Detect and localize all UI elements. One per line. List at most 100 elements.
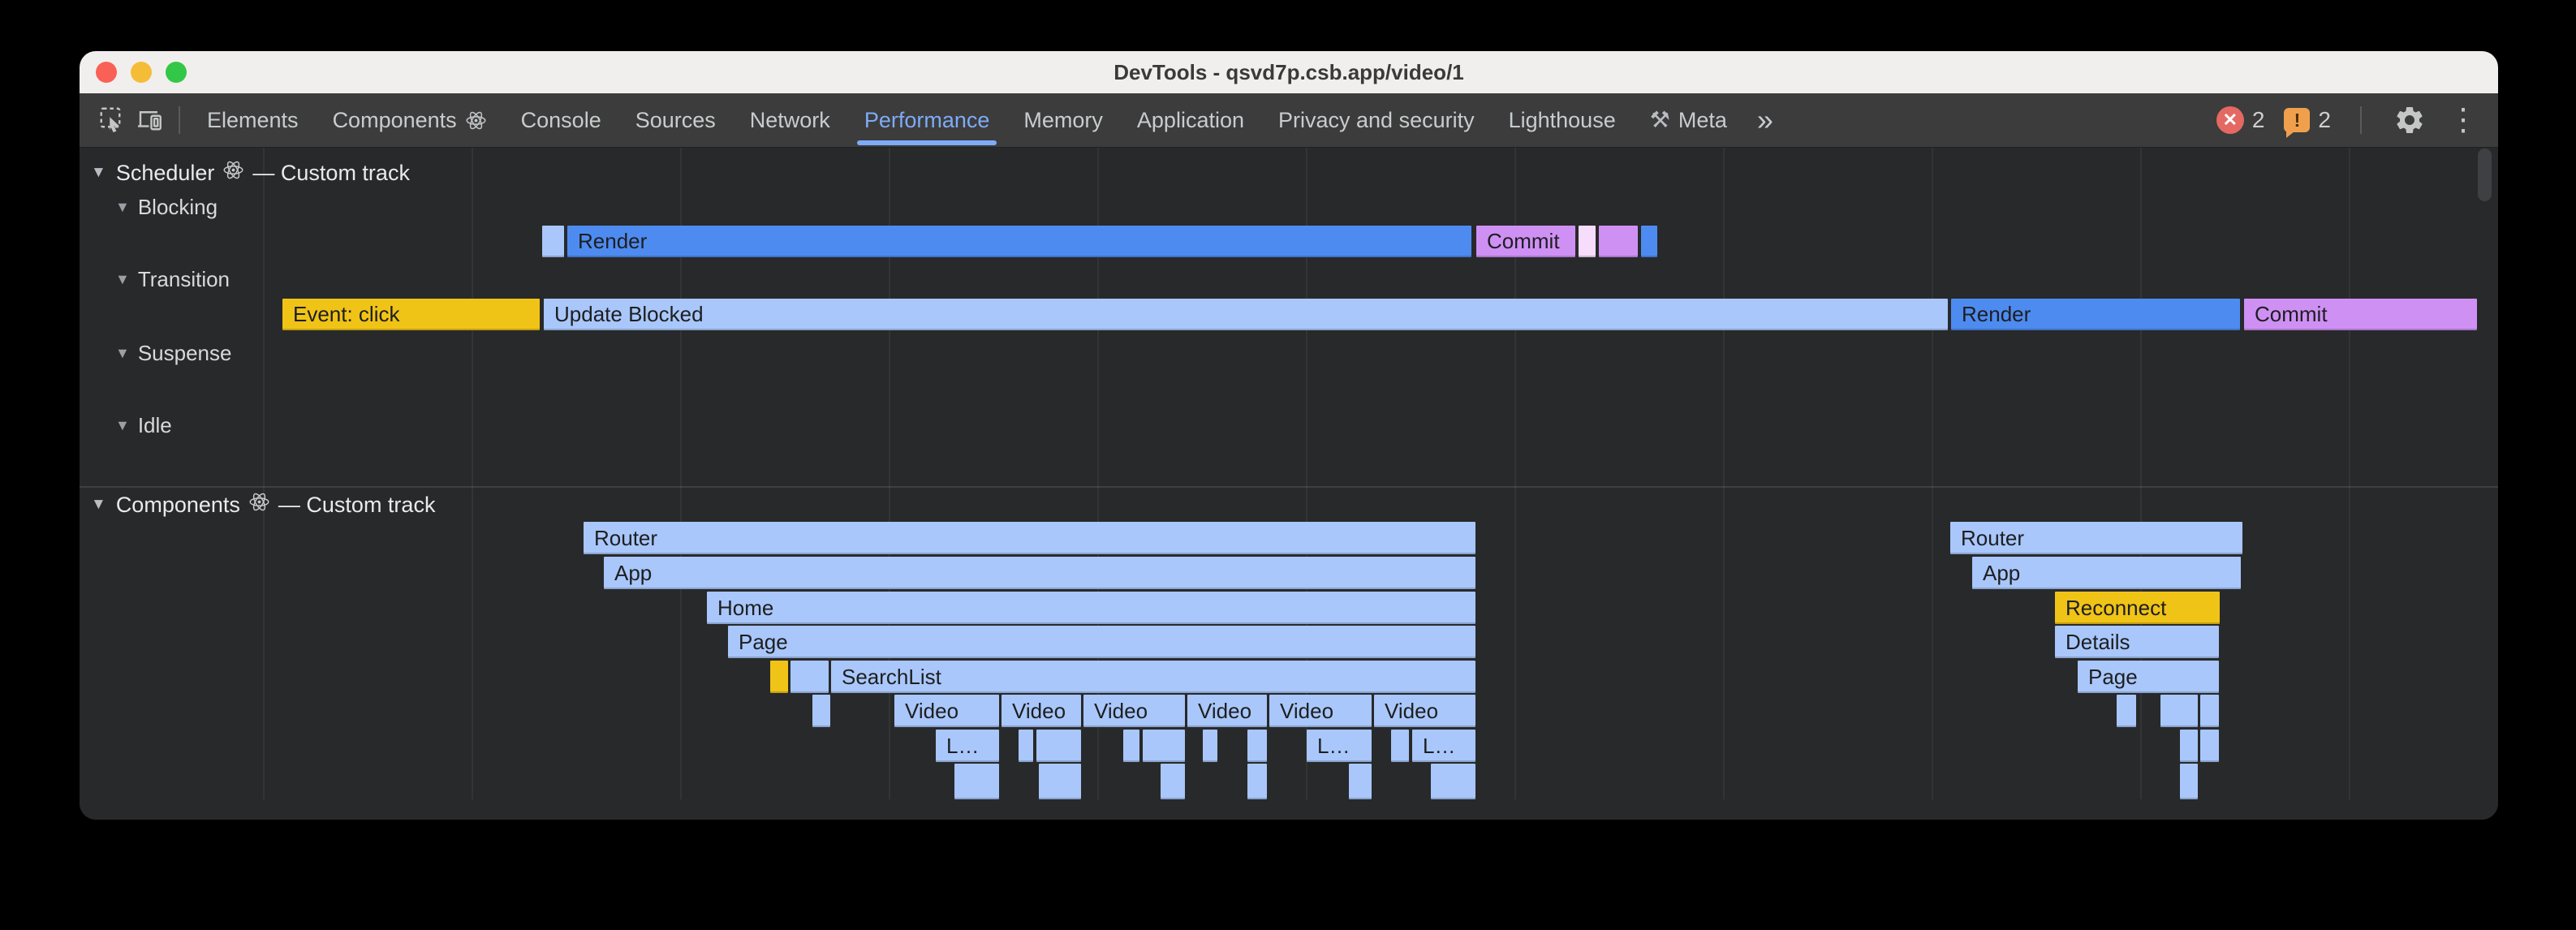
close-window-button[interactable]	[96, 62, 117, 83]
flame-bar[interactable]	[2200, 695, 2219, 727]
collapse-arrow-icon[interactable]: ▼	[115, 271, 130, 288]
collapse-arrow-icon[interactable]: ▼	[91, 164, 106, 182]
tab-sources[interactable]: Sources	[618, 93, 733, 147]
flame-bar[interactable]	[770, 661, 788, 693]
timeline-gridline	[472, 148, 473, 799]
flame-bar[interactable]	[2180, 764, 2198, 799]
flame-bar[interactable]	[1349, 764, 1372, 799]
more-tabs-button[interactable]: »	[1744, 105, 1786, 135]
flame-bar-l[interactable]: L…	[936, 730, 999, 762]
flame-bar-page[interactable]: Page	[728, 626, 1475, 658]
flame-bar-render[interactable]: Render	[1951, 299, 2240, 330]
tab-lighthouse[interactable]: Lighthouse	[1492, 93, 1633, 147]
flame-bar[interactable]	[1036, 730, 1081, 762]
flame-bar-l[interactable]: L…	[1412, 730, 1475, 762]
tab-label: Performance	[864, 108, 990, 133]
flame-bar[interactable]	[1161, 764, 1185, 799]
flame-bar-router[interactable]: Router	[584, 522, 1475, 554]
collapse-arrow-icon[interactable]: ▼	[115, 345, 130, 362]
flame-bar-commit[interactable]: Commit	[2244, 299, 2477, 330]
tab-privacy-and-security[interactable]: Privacy and security	[1261, 93, 1492, 147]
flame-bar[interactable]	[2180, 730, 2198, 762]
flame-bar[interactable]	[1599, 226, 1638, 257]
tab-performance[interactable]: Performance	[847, 93, 1007, 147]
flame-bar[interactable]	[542, 226, 564, 257]
lane-idle[interactable]: ▼ Idle	[115, 413, 172, 437]
tab-components[interactable]: Components	[316, 93, 504, 147]
flame-bar-label: Router	[1950, 526, 2024, 551]
titlebar: DevTools - qsvd7p.csb.app/video/1	[80, 51, 2498, 93]
flame-bar-searchlist[interactable]: SearchList	[831, 661, 1475, 693]
flame-bar[interactable]	[2160, 695, 2198, 727]
flame-bar[interactable]	[1247, 764, 1267, 799]
flame-bar-app[interactable]: App	[604, 557, 1475, 589]
device-toolbar-icon[interactable]	[131, 101, 169, 139]
flame-bar-label: Video	[1269, 699, 1333, 724]
flame-bar[interactable]	[2200, 730, 2219, 762]
lane-suspense[interactable]: ▼ Suspense	[115, 341, 231, 365]
collapse-arrow-icon[interactable]: ▼	[115, 417, 130, 434]
flame-bar[interactable]	[1039, 764, 1081, 799]
flame-bar[interactable]	[954, 764, 999, 799]
flame-bar-video[interactable]: Video	[1269, 695, 1372, 727]
window-title: DevTools - qsvd7p.csb.app/video/1	[1114, 60, 1464, 85]
flame-bar-event-click[interactable]: Event: click	[282, 299, 540, 330]
minimize-window-button[interactable]	[131, 62, 152, 83]
flame-bar[interactable]	[1431, 764, 1475, 799]
flame-bar-video[interactable]: Video	[894, 695, 999, 727]
flame-bar[interactable]	[1123, 730, 1139, 762]
scrollbar-thumb[interactable]	[2478, 149, 2492, 201]
error-badge[interactable]: ✕ 2	[2216, 106, 2265, 134]
flame-bar-page[interactable]: Page	[2078, 661, 2219, 693]
scheduler-track-header[interactable]: ▼ Scheduler — Custom track	[91, 160, 410, 186]
lane-blocking[interactable]: ▼Blocking	[115, 195, 218, 219]
flame-bar[interactable]	[1579, 226, 1596, 257]
flame-bar-home[interactable]: Home	[707, 592, 1475, 624]
flame-bar[interactable]	[1203, 730, 1217, 762]
flame-bar-update-blocked[interactable]: Update Blocked	[544, 299, 1948, 330]
settings-gear-icon[interactable]	[2391, 101, 2428, 139]
tab-application[interactable]: Application	[1120, 93, 1261, 147]
flame-bar-label: Reconnect	[2055, 596, 2166, 621]
collapse-arrow-icon[interactable]: ▼	[115, 199, 130, 216]
flame-bar[interactable]	[1247, 730, 1267, 762]
flame-bar[interactable]	[1019, 730, 1033, 762]
flame-bar-app[interactable]: App	[1972, 557, 2241, 589]
lane-label: Idle	[138, 413, 172, 438]
tab-console[interactable]: Console	[504, 93, 618, 147]
flame-bar-video[interactable]: Video	[1002, 695, 1081, 727]
lane-transition[interactable]: ▼ Transition	[115, 267, 230, 291]
zoom-window-button[interactable]	[166, 62, 187, 83]
flame-bar[interactable]	[812, 695, 830, 727]
flame-bar-video[interactable]: Video	[1187, 695, 1267, 727]
tab-elements[interactable]: Elements	[190, 93, 316, 147]
tab-memory[interactable]: Memory	[1006, 93, 1120, 147]
flame-bar[interactable]	[1641, 226, 1657, 257]
warning-badge[interactable]: ! 2	[2284, 107, 2331, 133]
kebab-menu-icon[interactable]: ⋮	[2448, 105, 2479, 136]
panel-tabs: ElementsComponents ConsoleSourcesNetwork…	[190, 93, 1744, 147]
flame-bar-render[interactable]: Render	[567, 226, 1471, 257]
flame-bar[interactable]	[1143, 730, 1185, 762]
flame-bar[interactable]	[790, 661, 829, 693]
timeline-gridline	[2140, 148, 2142, 799]
inspect-element-icon[interactable]	[94, 101, 131, 139]
flame-bar[interactable]	[2117, 695, 2136, 727]
tab-label: Meta	[1678, 108, 1727, 133]
flame-bar-video[interactable]: Video	[1083, 695, 1185, 727]
tab-label: Memory	[1023, 108, 1103, 133]
lane-label: Suspense	[138, 341, 232, 366]
flame-bar-label: Commit	[2244, 302, 2328, 327]
flame-bar-l[interactable]: L…	[1307, 730, 1372, 762]
flame-bar-router[interactable]: Router	[1950, 522, 2242, 554]
flame-bar-reconnect[interactable]: Reconnect	[2055, 592, 2220, 624]
lane-label: Transition	[138, 267, 230, 292]
flame-bar[interactable]	[1391, 730, 1409, 762]
flame-bar-details[interactable]: Details	[2055, 626, 2219, 658]
tab-meta[interactable]: ⚒Meta	[1633, 93, 1744, 147]
flame-bar-label: Video	[1002, 699, 1066, 724]
flame-bar-commit[interactable]: Commit	[1476, 226, 1575, 257]
flame-bar-video[interactable]: Video	[1374, 695, 1475, 727]
collapse-arrow-icon[interactable]: ▼	[91, 496, 106, 514]
tab-network[interactable]: Network	[733, 93, 847, 147]
